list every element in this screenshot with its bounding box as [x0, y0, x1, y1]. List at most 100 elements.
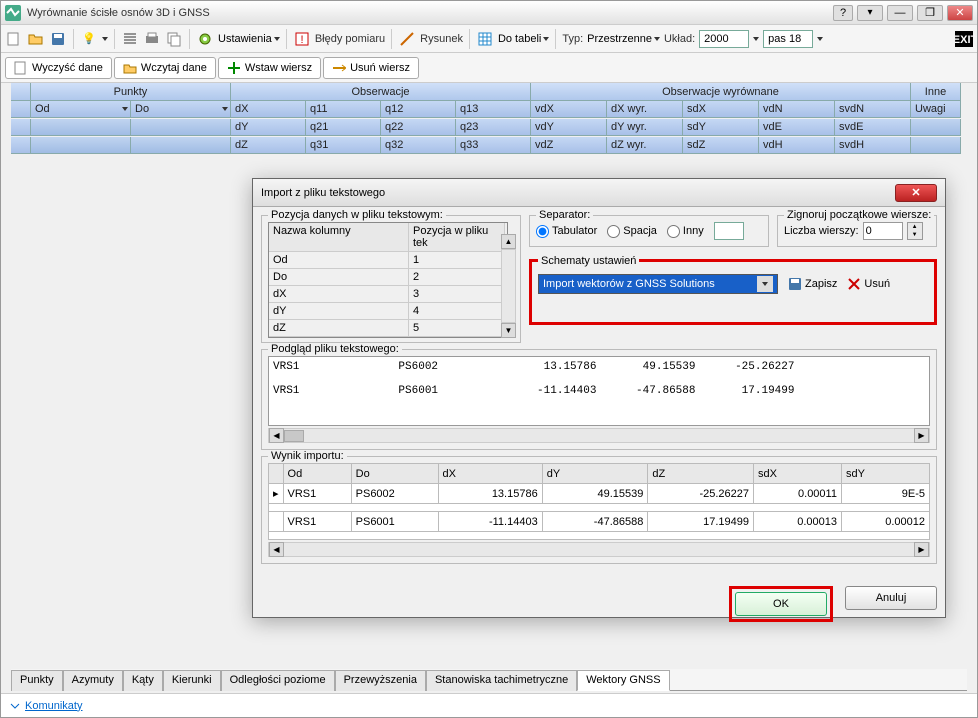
minimize-button[interactable]: — [887, 5, 913, 21]
delete-icon [847, 277, 861, 291]
delete-row-button[interactable]: Usuń wiersz [323, 57, 419, 79]
totable-icon[interactable] [476, 30, 494, 48]
ok-button[interactable]: OK [735, 592, 827, 616]
cancel-button[interactable]: Anuluj [845, 586, 937, 610]
table-row[interactable]: ▸ VRS1 PS6002 13.15786 49.15539 -25.2622… [269, 484, 930, 504]
col-od[interactable]: Od [31, 101, 131, 118]
col-sdZ[interactable]: sdZ [683, 137, 759, 154]
col-q22[interactable]: q22 [381, 119, 456, 136]
tab-wektory-gnss[interactable]: Wektory GNSS [577, 670, 669, 691]
schema-save-button[interactable]: Zapisz [788, 277, 837, 291]
maximize-button[interactable]: ❐ [917, 5, 943, 21]
errors-label[interactable]: Błędy pomiaru [315, 33, 385, 45]
type-select[interactable]: Przestrzenne [587, 33, 660, 45]
settings-icon[interactable] [196, 30, 214, 48]
zone-input[interactable] [763, 30, 813, 48]
restore-down-button[interactable]: ▾ [857, 5, 883, 21]
separator-tab-radio[interactable]: Tabulator [536, 225, 597, 238]
scroll-down-button[interactable]: ▼ [501, 323, 516, 338]
col-hdr-pos: Pozycja w pliku tek [409, 223, 505, 251]
preview-scroll-right[interactable]: ▶ [914, 428, 929, 443]
system-input[interactable] [699, 30, 749, 48]
col-vdZ[interactable]: vdZ [531, 137, 607, 154]
settings-dropdown[interactable]: Ustawienia [218, 33, 280, 45]
scroll-up-button[interactable]: ▲ [501, 234, 516, 249]
col-vdX[interactable]: vdX [531, 101, 607, 118]
col-dX[interactable]: dX [231, 101, 306, 118]
tab-stanowiska[interactable]: Stanowiska tachimetryczne [426, 670, 577, 691]
col-svdE[interactable]: svdE [835, 119, 911, 136]
skip-rows-input[interactable] [863, 222, 903, 240]
drawing-label[interactable]: Rysunek [420, 33, 463, 45]
col-q23[interactable]: q23 [456, 119, 531, 136]
close-button[interactable]: ✕ [947, 5, 973, 21]
col-dXw[interactable]: dX wyr. [607, 101, 683, 118]
drawing-icon[interactable] [398, 30, 416, 48]
col-q12[interactable]: q12 [381, 101, 456, 118]
col-q33[interactable]: q33 [456, 137, 531, 154]
preview-scroll-left[interactable]: ◀ [269, 428, 284, 443]
insert-row-button[interactable]: Wstaw wiersz [218, 57, 321, 79]
result-scroll-left[interactable]: ◀ [269, 542, 284, 557]
separator-space-radio[interactable]: Spacja [607, 225, 657, 238]
print-icon[interactable] [143, 30, 161, 48]
main-titlebar: Wyrównanie ścisłe osnów 3D i GNSS ? ▾ — … [1, 1, 977, 25]
col-vdN[interactable]: vdN [759, 101, 835, 118]
col-svdH[interactable]: svdH [835, 137, 911, 154]
col-uwagi[interactable]: Uwagi [911, 101, 961, 118]
col-q31[interactable]: q31 [306, 137, 381, 154]
svg-text:EXIT: EXIT [955, 34, 973, 46]
bulb-dropdown[interactable] [102, 37, 108, 41]
dialog-close-button[interactable]: ✕ [895, 184, 937, 202]
zone-dropdown[interactable] [817, 37, 823, 41]
preview-scroll-thumb[interactable] [284, 430, 304, 442]
col-vdE[interactable]: vdE [759, 119, 835, 136]
tab-kierunki[interactable]: Kierunki [163, 670, 221, 691]
scrollbar-track[interactable] [501, 249, 516, 323]
clear-data-button[interactable]: Wyczyść dane [5, 57, 112, 79]
result-group: Wynik importu: Od Do dX dY dZ sdX sdY ▸ … [261, 456, 937, 564]
tab-punkty[interactable]: Punkty [11, 670, 63, 691]
list-icon[interactable] [121, 30, 139, 48]
col-dZw[interactable]: dZ wyr. [607, 137, 683, 154]
system-dropdown[interactable] [753, 37, 759, 41]
help-button[interactable]: ? [833, 5, 853, 21]
col-q13[interactable]: q13 [456, 101, 531, 118]
tab-przewyzszenia[interactable]: Przewyższenia [335, 670, 426, 691]
col-q11[interactable]: q11 [306, 101, 381, 118]
clear-icon [14, 61, 28, 75]
tab-katy[interactable]: Kąty [123, 670, 163, 691]
messages-link[interactable]: Komunikaty [9, 700, 82, 712]
delete-icon [332, 61, 346, 75]
load-data-button[interactable]: Wczytaj dane [114, 57, 216, 79]
tab-odleglosci[interactable]: Odległości poziome [221, 670, 335, 691]
schema-delete-button[interactable]: Usuń [847, 277, 890, 291]
bulb-icon[interactable]: 💡 [80, 30, 98, 48]
col-do[interactable]: Do [131, 101, 231, 118]
totable-dropdown[interactable]: Do tabeli [498, 33, 549, 45]
tab-azymuty[interactable]: Azymuty [63, 670, 123, 691]
col-q32[interactable]: q32 [381, 137, 456, 154]
col-dYw[interactable]: dY wyr. [607, 119, 683, 136]
col-vdY[interactable]: vdY [531, 119, 607, 136]
col-dY[interactable]: dY [231, 119, 306, 136]
separator-other-input[interactable] [714, 222, 744, 240]
separator-other-radio[interactable]: Inny [667, 225, 704, 238]
col-sdX[interactable]: sdX [683, 101, 759, 118]
col-svdN[interactable]: svdN [835, 101, 911, 118]
skip-rows-up[interactable]: ▲ [908, 223, 922, 231]
col-q21[interactable]: q21 [306, 119, 381, 136]
save-icon[interactable] [49, 30, 67, 48]
errors-icon[interactable]: ! [293, 30, 311, 48]
col-sdY[interactable]: sdY [683, 119, 759, 136]
open-icon[interactable] [27, 30, 45, 48]
skip-rows-down[interactable]: ▼ [908, 231, 922, 239]
result-scroll-right[interactable]: ▶ [914, 542, 929, 557]
copy-icon[interactable] [165, 30, 183, 48]
table-row[interactable]: VRS1 PS6001 -11.14403 -47.86588 17.19499… [269, 512, 930, 532]
schema-select[interactable]: Import wektorów z GNSS Solutions [538, 274, 778, 294]
new-icon[interactable] [5, 30, 23, 48]
exit-icon[interactable]: EXIT [955, 30, 973, 48]
col-dZ[interactable]: dZ [231, 137, 306, 154]
col-vdH[interactable]: vdH [759, 137, 835, 154]
